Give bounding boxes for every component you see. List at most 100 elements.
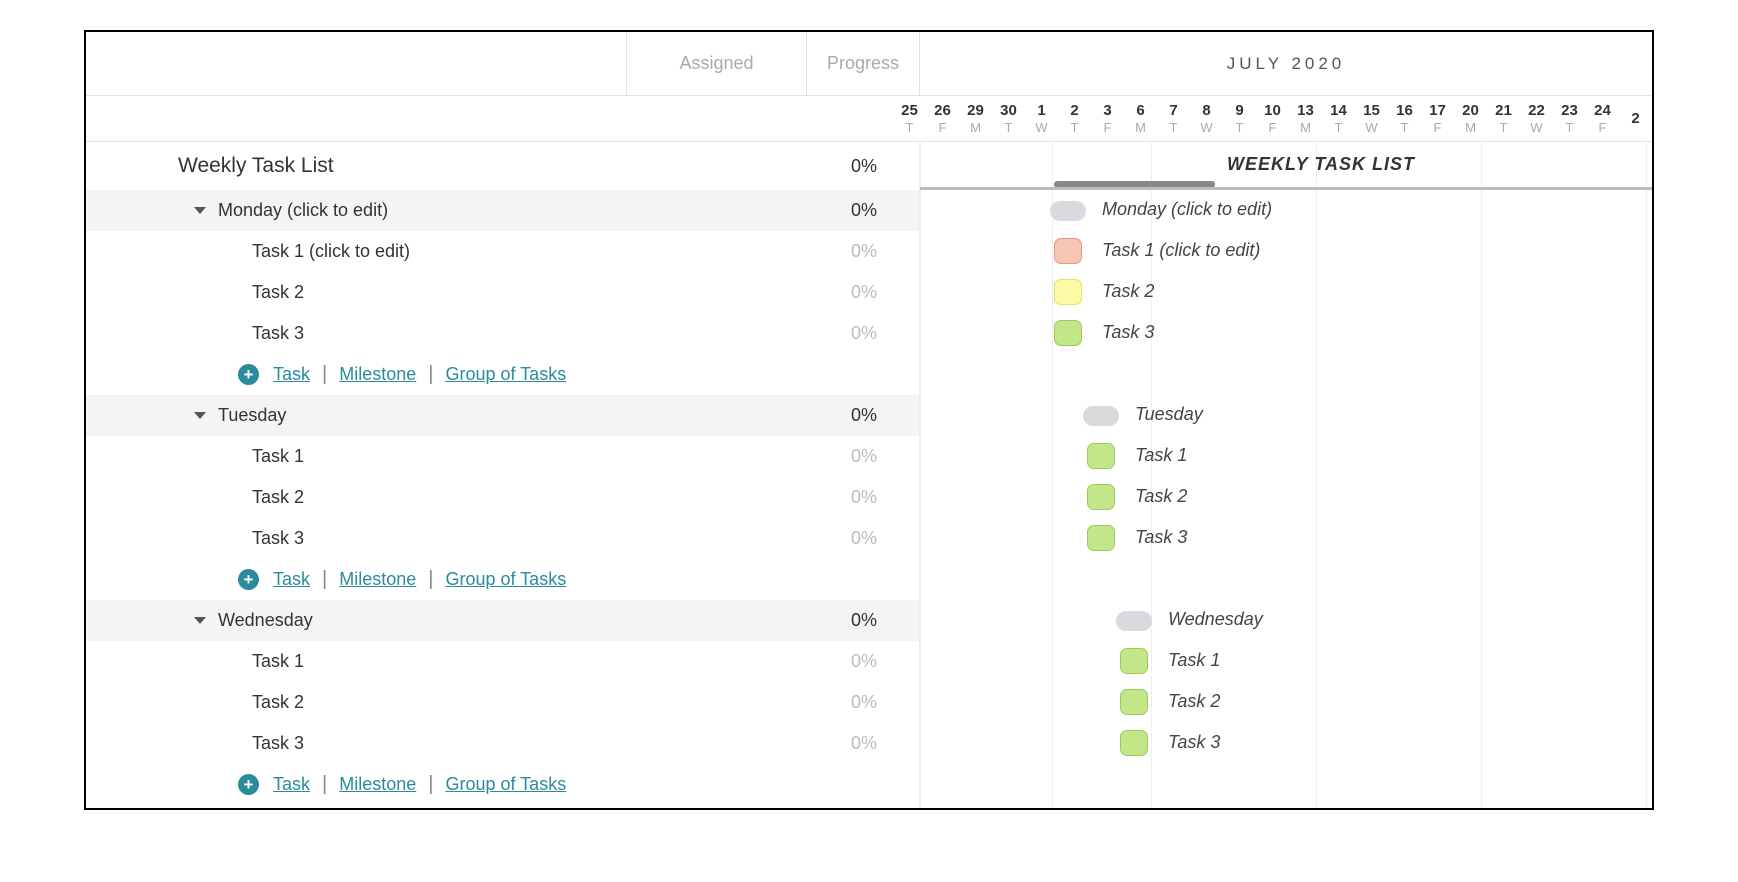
name-cell[interactable]: Task 2 bbox=[86, 692, 626, 713]
caret-down-icon[interactable] bbox=[194, 207, 206, 214]
task-block[interactable] bbox=[1087, 443, 1115, 469]
date-dow: T bbox=[1388, 120, 1421, 135]
date-num: 22 bbox=[1520, 102, 1553, 119]
add-milestone-link[interactable]: Milestone bbox=[339, 774, 416, 795]
task-block[interactable] bbox=[1120, 730, 1148, 756]
row-name-text[interactable]: Task 1 bbox=[252, 446, 304, 467]
date-dow: T bbox=[893, 120, 926, 135]
group-bubble[interactable] bbox=[1050, 201, 1086, 221]
gantt-app: Assigned Progress JULY 2020 25T26F29M30T… bbox=[84, 30, 1654, 810]
row-name-text[interactable]: Tuesday bbox=[218, 405, 286, 426]
task-row: Task 2 0% bbox=[86, 477, 919, 518]
row-name-text[interactable]: Weekly Task List bbox=[178, 154, 334, 178]
task-row: Task 20% bbox=[86, 682, 919, 723]
progress-cell: 0% bbox=[806, 446, 919, 467]
date-dow: T bbox=[1322, 120, 1355, 135]
date-num: 10 bbox=[1256, 102, 1289, 119]
task-gantt-label: Task 1 bbox=[1135, 445, 1187, 466]
row-name-text[interactable]: Task 1 bbox=[252, 651, 304, 672]
progress-cell: 0% bbox=[806, 487, 919, 508]
row-name-text[interactable]: Task 2 bbox=[252, 282, 304, 303]
add-milestone-link[interactable]: Milestone bbox=[339, 569, 416, 590]
plus-icon[interactable]: + bbox=[238, 569, 259, 590]
progress-cell: 0% bbox=[806, 405, 919, 426]
name-cell[interactable]: Task 3 bbox=[86, 323, 626, 344]
task-row: Task 3 0% bbox=[86, 313, 919, 354]
group-bubble[interactable] bbox=[1083, 406, 1119, 426]
plus-icon[interactable]: + bbox=[238, 364, 259, 385]
task-gantt-label: Task 3 bbox=[1135, 527, 1187, 548]
row-name-text[interactable]: Task 3 bbox=[252, 733, 304, 754]
date-dow: T bbox=[1223, 120, 1256, 135]
task-block[interactable] bbox=[1054, 279, 1082, 305]
row-name-text[interactable]: Task 3 bbox=[252, 323, 304, 344]
name-cell[interactable]: Task 2 bbox=[86, 487, 626, 508]
add-group-link[interactable]: Group of Tasks bbox=[445, 774, 566, 795]
task-block[interactable] bbox=[1054, 238, 1082, 264]
add-cell: +Task|Milestone|Group of Tasks bbox=[86, 568, 626, 591]
gantt-pane[interactable]: WEEKLY TASK LISTMonday (click to edit)Ta… bbox=[919, 142, 1652, 808]
task-block[interactable] bbox=[1087, 525, 1115, 551]
date-col: 21T bbox=[1487, 96, 1520, 141]
task-gantt-label: Task 3 bbox=[1168, 732, 1220, 753]
row-name-text[interactable]: Task 3 bbox=[252, 528, 304, 549]
add-task-link[interactable]: Task bbox=[273, 364, 310, 385]
name-cell[interactable]: Weekly Task List bbox=[86, 154, 626, 178]
task-row: Task 10% bbox=[86, 641, 919, 682]
name-cell[interactable]: Task 2 bbox=[86, 282, 626, 303]
caret-down-icon[interactable] bbox=[194, 412, 206, 419]
task-row: Task 30% bbox=[86, 723, 919, 764]
date-num: 15 bbox=[1355, 102, 1388, 119]
group-bubble[interactable] bbox=[1116, 611, 1152, 631]
group-gantt-label: Tuesday bbox=[1135, 404, 1203, 425]
date-col: 1W bbox=[1025, 96, 1058, 141]
date-col: 9T bbox=[1223, 96, 1256, 141]
date-num: 14 bbox=[1322, 102, 1355, 119]
task-block[interactable] bbox=[1120, 648, 1148, 674]
task-block[interactable] bbox=[1054, 320, 1082, 346]
date-num: 30 bbox=[992, 102, 1025, 119]
row-name-text[interactable]: Task 1 (click to edit) bbox=[252, 241, 410, 262]
date-dow: T bbox=[1553, 120, 1586, 135]
grid-line bbox=[1481, 142, 1482, 808]
date-row: 25T26F29M30T1W2T3F6M7T8W9T10F13M14T15W16… bbox=[86, 96, 1652, 142]
name-cell[interactable]: Task 1 bbox=[86, 651, 626, 672]
date-col: 2T bbox=[1058, 96, 1091, 141]
row-name-text[interactable]: Monday (click to edit) bbox=[218, 200, 388, 221]
task-block[interactable] bbox=[1087, 484, 1115, 510]
date-dow: M bbox=[1454, 120, 1487, 135]
name-cell[interactable]: Task 3 bbox=[86, 528, 626, 549]
name-cell[interactable]: Task 1 bbox=[86, 446, 626, 467]
task-block[interactable] bbox=[1120, 689, 1148, 715]
header-row: Assigned Progress JULY 2020 bbox=[86, 32, 1652, 96]
group-row: Wednesday0% bbox=[86, 600, 919, 641]
task-gantt-label: Task 2 bbox=[1135, 486, 1187, 507]
add-group-link[interactable]: Group of Tasks bbox=[445, 364, 566, 385]
task-gantt-label: Task 3 bbox=[1102, 322, 1154, 343]
separator: | bbox=[322, 568, 327, 591]
row-name-text[interactable]: Task 2 bbox=[252, 692, 304, 713]
name-cell[interactable]: Tuesday bbox=[86, 405, 626, 426]
col-header-assigned: Assigned bbox=[626, 32, 806, 95]
row-name-text[interactable]: Task 2 bbox=[252, 487, 304, 508]
date-col: 10F bbox=[1256, 96, 1289, 141]
date-col: 13M bbox=[1289, 96, 1322, 141]
add-milestone-link[interactable]: Milestone bbox=[339, 364, 416, 385]
name-cell[interactable]: Task 3 bbox=[86, 733, 626, 754]
add-row: +Task|Milestone|Group of Tasks bbox=[86, 354, 919, 395]
body: Weekly Task List 0% Monday (click to edit)… bbox=[86, 142, 1652, 808]
add-task-link[interactable]: Task bbox=[273, 569, 310, 590]
date-num: 2 bbox=[1058, 102, 1091, 119]
task-gantt-label: Task 1 (click to edit) bbox=[1102, 240, 1260, 261]
name-cell[interactable]: Wednesday bbox=[86, 610, 626, 631]
add-task-link[interactable]: Task bbox=[273, 774, 310, 795]
progress-cell: 0% bbox=[806, 323, 919, 344]
name-cell[interactable]: Monday (click to edit) bbox=[86, 200, 626, 221]
name-cell[interactable]: Task 1 (click to edit) bbox=[86, 241, 626, 262]
plus-icon[interactable]: + bbox=[238, 774, 259, 795]
add-group-link[interactable]: Group of Tasks bbox=[445, 569, 566, 590]
date-num: 7 bbox=[1157, 102, 1190, 119]
row-name-text[interactable]: Wednesday bbox=[218, 610, 313, 631]
progress-cell: 0% bbox=[806, 282, 919, 303]
caret-down-icon[interactable] bbox=[194, 617, 206, 624]
